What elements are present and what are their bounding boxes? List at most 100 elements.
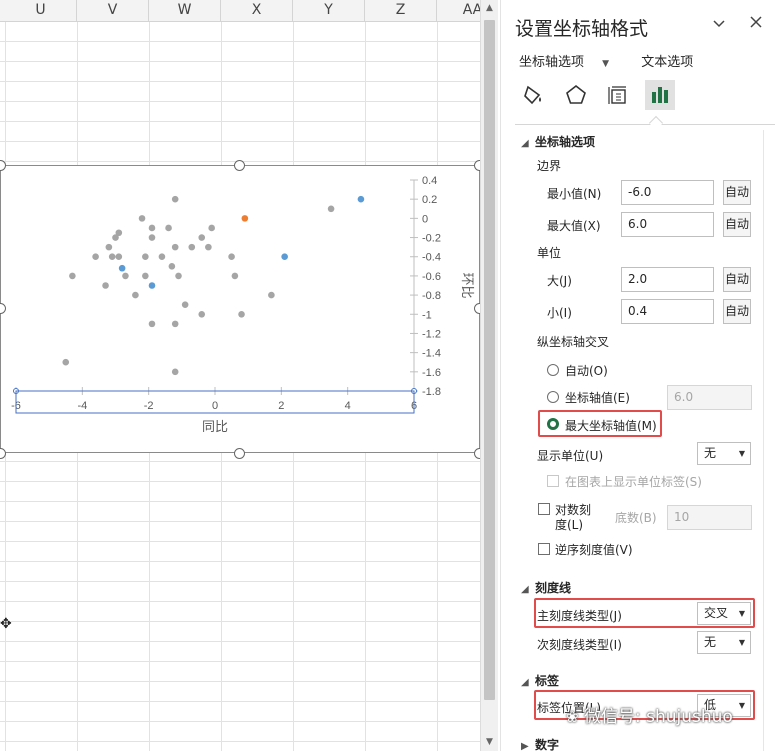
- minor-tick-type-label: 次刻度线类型(I): [537, 638, 622, 652]
- chevron-down-icon: ◢: [521, 584, 529, 595]
- section-number[interactable]: ▶ 数字: [521, 736, 559, 751]
- column-header-v[interactable]: V: [77, 0, 149, 22]
- column-header-z[interactable]: Z: [365, 0, 437, 22]
- major-unit-label: 大(J): [547, 274, 572, 288]
- chevron-down-icon[interactable]: [712, 16, 726, 35]
- dropdown-arrow-icon: ▼: [738, 638, 745, 647]
- data-point: [142, 272, 149, 280]
- radio-auto-label[interactable]: 自动(O): [565, 362, 608, 379]
- log-scale-label-2: 度(L): [555, 518, 584, 532]
- data-point: [142, 253, 149, 261]
- column-header-w[interactable]: W: [149, 0, 221, 22]
- minor-tick-type-value: 无: [704, 635, 717, 649]
- minor-tick-type-select[interactable]: 无 ▼: [697, 631, 751, 654]
- major-auto-button[interactable]: 自动: [723, 267, 751, 292]
- scroll-thumb[interactable]: [484, 20, 495, 700]
- data-point: [112, 234, 119, 241]
- data-point: [171, 243, 179, 251]
- major-tick-type-label: 主刻度线类型(J): [537, 609, 622, 623]
- data-point: [228, 253, 235, 261]
- radio-axis-value[interactable]: [547, 391, 559, 403]
- close-icon[interactable]: [749, 14, 763, 33]
- watermark: ❀ 微信号: shujushuo: [566, 702, 733, 727]
- section-labels[interactable]: ◢ 标签: [521, 672, 559, 689]
- max-auto-button[interactable]: 自动: [723, 212, 751, 237]
- y-tick-label: -1.8: [422, 386, 441, 398]
- column-header-row: U V W X Y Z AA: [0, 0, 480, 22]
- data-point: [168, 263, 176, 270]
- show-units-label-text: 在图表上显示单位标签(S): [565, 475, 702, 489]
- min-label: 最小值(N): [547, 187, 602, 201]
- data-point: [241, 215, 249, 222]
- section-tick-marks[interactable]: ◢ 刻度线: [521, 579, 571, 596]
- effects-pentagon-icon[interactable]: [561, 80, 591, 110]
- minor-unit-input[interactable]: 0.4: [621, 299, 714, 324]
- x-tick-label: -4: [77, 400, 87, 412]
- spreadsheet-area[interactable]: U V W X Y Z AA -6 -4 -2 0 2 4 6 0.4 0.2 0 -0.2 -0.4…: [0, 0, 480, 751]
- tab-text-options[interactable]: 文本选项: [641, 55, 693, 70]
- data-point: [102, 282, 109, 289]
- data-point: [62, 358, 70, 366]
- max-label: 最大值(X): [547, 219, 601, 233]
- pane-scrollbar[interactable]: [763, 130, 764, 751]
- log-scale-checkbox[interactable]: [538, 503, 550, 515]
- sheet-vertical-scrollbar[interactable]: ▲ ▼: [480, 0, 498, 751]
- column-header-aa[interactable]: AA: [437, 0, 480, 22]
- max-bound-input[interactable]: 6.0: [621, 212, 714, 237]
- display-units-select[interactable]: 无 ▼: [697, 442, 751, 465]
- reverse-values-checkbox[interactable]: [538, 543, 550, 555]
- major-tick-type-select[interactable]: 交叉 ▼: [697, 602, 751, 625]
- radio-auto[interactable]: [547, 364, 559, 376]
- show-units-label-checkbox[interactable]: [547, 475, 559, 487]
- column-header-u[interactable]: U: [5, 0, 77, 22]
- axis-value-input[interactable]: 6.0: [667, 385, 752, 410]
- section-tick-marks-label: 刻度线: [535, 581, 572, 595]
- data-point: [69, 272, 76, 280]
- section-labels-label: 标签: [535, 674, 560, 688]
- scroll-up-icon[interactable]: ▲: [481, 0, 498, 17]
- size-properties-icon[interactable]: [603, 80, 633, 110]
- data-point: [268, 291, 275, 299]
- fill-line-icon[interactable]: [519, 80, 549, 110]
- x-tick-label: 4: [345, 400, 351, 412]
- scroll-down-icon[interactable]: ▼: [481, 734, 498, 751]
- y-tick-label: -1.6: [422, 367, 441, 379]
- chart-resize-handle[interactable]: [234, 160, 245, 171]
- data-point: [238, 310, 245, 318]
- minor-auto-button[interactable]: 自动: [723, 299, 751, 324]
- dropdown-arrow-icon: ▼: [738, 701, 745, 710]
- dropdown-arrow-icon: ▼: [602, 59, 610, 69]
- section-axis-options[interactable]: ◢ 坐标轴选项: [521, 133, 595, 150]
- y-tick-label: 0.2: [422, 194, 437, 206]
- data-point: [171, 195, 179, 203]
- log-base-input[interactable]: 10: [667, 505, 752, 530]
- chart-resize-handle[interactable]: [234, 448, 245, 459]
- radio-max-axis-value[interactable]: [547, 418, 559, 430]
- data-point: [148, 282, 156, 289]
- x-tick-label: 0: [212, 400, 218, 412]
- major-tick-type-value: 交叉: [704, 606, 729, 620]
- x-tick-label: 2: [278, 400, 284, 412]
- y-tick-label: -1.2: [422, 328, 441, 340]
- data-point: [108, 253, 116, 261]
- min-auto-button[interactable]: 自动: [723, 180, 751, 205]
- dropdown-arrow-icon: ▼: [738, 449, 745, 458]
- data-point: [158, 253, 166, 261]
- min-bound-input[interactable]: -6.0: [621, 180, 714, 205]
- pane-title: 设置坐标轴格式: [515, 18, 649, 40]
- divider: [515, 124, 775, 125]
- column-header-x[interactable]: X: [221, 0, 293, 22]
- major-unit-input[interactable]: 2.0: [621, 267, 714, 292]
- scatter-chart[interactable]: -6 -4 -2 0 2 4 6 0.4 0.2 0 -0.2 -0.4 -0.6 -0.8 -1 -1.2-…: [0, 165, 480, 453]
- data-point: [171, 320, 179, 328]
- y-tick-label: 0.4: [422, 175, 437, 187]
- axis-options-bar-chart-icon[interactable]: [645, 80, 675, 110]
- radio-axis-value-label[interactable]: 坐标轴值(E): [565, 389, 630, 406]
- column-header-y[interactable]: Y: [293, 0, 365, 22]
- data-point: [327, 205, 335, 213]
- data-point: [181, 301, 189, 308]
- tab-axis-options[interactable]: 坐标轴选项 ▼: [519, 55, 623, 70]
- radio-max-axis-value-label[interactable]: 最大坐标轴值(M): [565, 417, 657, 434]
- y-tick-label: -1: [422, 309, 432, 321]
- chart-plot: -6 -4 -2 0 2 4 60.40.20-0.2-0.4-0.6-0.8-1-1.2-…: [11, 175, 474, 435]
